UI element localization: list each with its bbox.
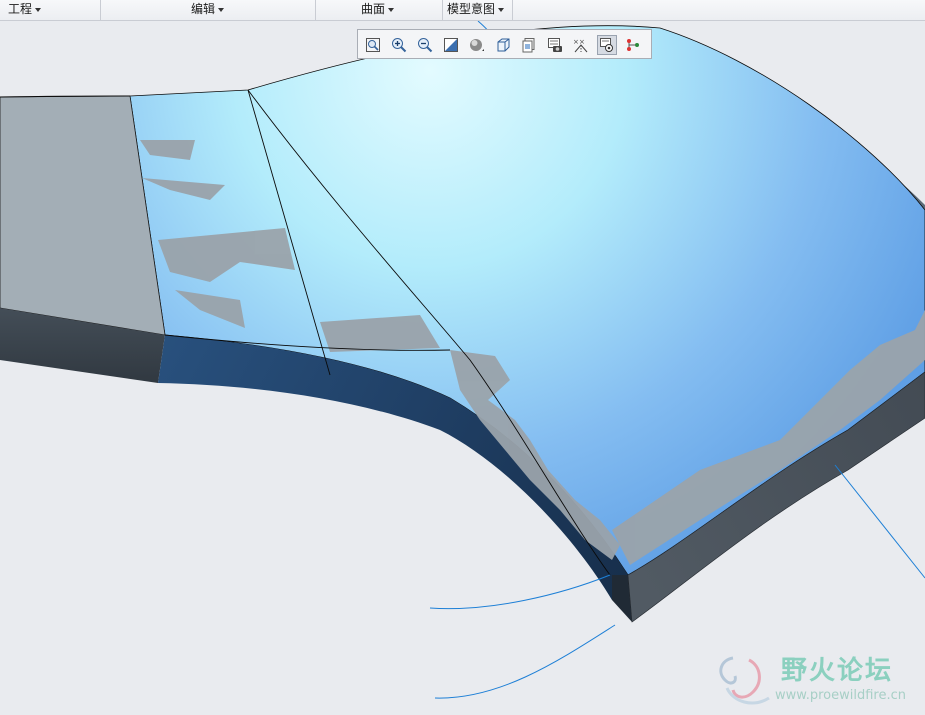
forum-logo-icon	[719, 656, 770, 705]
zoom-in-button[interactable]	[389, 35, 409, 55]
spin-center-icon	[600, 38, 613, 52]
zoom-fit-icon	[366, 38, 380, 52]
datum-display-button[interactable]: × ×	[571, 35, 591, 55]
menu-surface-label: 曲面	[361, 2, 386, 16]
view-cube-icon	[497, 38, 510, 52]
annotation-display-button[interactable]	[623, 35, 643, 55]
reorient-button[interactable]	[441, 35, 461, 55]
saved-views-button[interactable]	[519, 35, 539, 55]
menu-model-intent-label: 模型意图	[447, 2, 496, 16]
shading-style-button[interactable]	[467, 35, 487, 55]
annotation-display-icon	[627, 39, 639, 51]
watermark-title: 野火论坛	[781, 656, 894, 686]
reorient-icon	[444, 38, 458, 52]
menu-engineering-label: 工程	[8, 2, 33, 16]
chevron-down-icon	[218, 7, 225, 12]
forum-watermark: 野火论坛 www.proewildfire.cn	[713, 648, 925, 715]
zoom-fit-button[interactable]	[363, 35, 383, 55]
svg-text:×: ×	[573, 38, 579, 46]
datum-display-icon: × ×	[573, 38, 588, 53]
zoom-out-icon	[418, 38, 433, 53]
menu-edit-label: 编辑	[191, 2, 216, 16]
zoom-in-icon	[392, 38, 407, 53]
menu-model-intent[interactable]: 模型意图	[443, 0, 513, 20]
chevron-down-icon	[388, 7, 395, 12]
appearance-icon	[548, 38, 562, 52]
chevron-down-icon	[35, 7, 42, 12]
model-viewport[interactable]	[0, 21, 925, 715]
spin-center-button[interactable]	[597, 35, 617, 55]
appearance-button[interactable]	[545, 35, 565, 55]
menu-engineering[interactable]: 工程	[0, 0, 101, 20]
chevron-down-icon	[498, 7, 505, 12]
menu-edit[interactable]: 编辑	[101, 0, 316, 20]
menu-surface[interactable]: 曲面	[316, 0, 443, 20]
zoom-out-button[interactable]	[415, 35, 435, 55]
svg-text:×: ×	[579, 38, 585, 46]
watermark-url: www.proewildfire.cn	[775, 688, 906, 703]
view-toolbar: × ×	[357, 29, 652, 59]
view-cube-button[interactable]	[493, 35, 513, 55]
menubar: 工程 编辑 曲面 模型意图	[0, 0, 925, 21]
saved-views-icon	[522, 38, 535, 53]
shading-style-icon	[470, 39, 484, 51]
